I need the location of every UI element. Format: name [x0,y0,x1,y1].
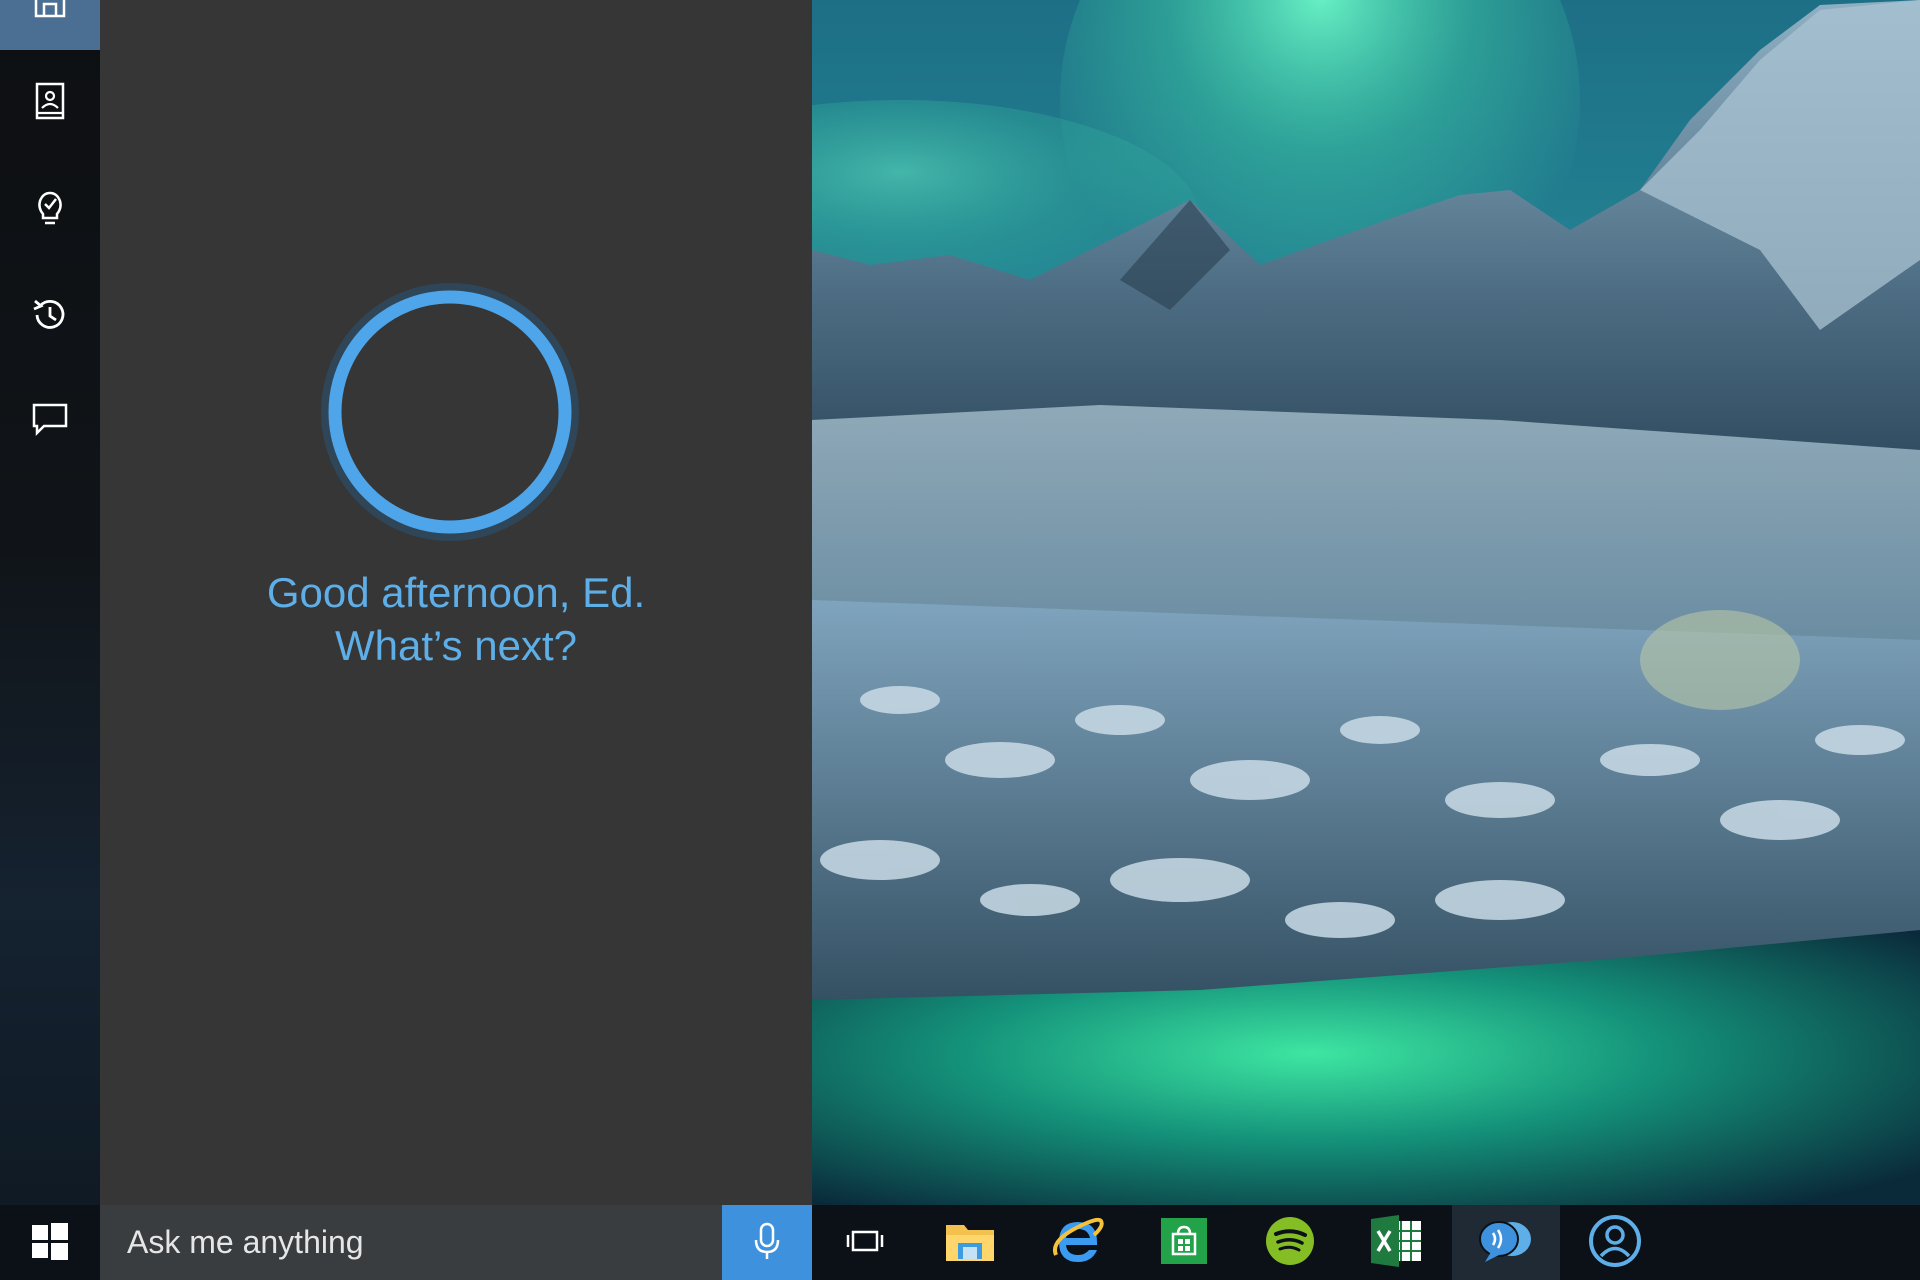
task-view-icon [845,1226,885,1260]
excel-button[interactable] [1346,1205,1446,1280]
microphone-button[interactable] [722,1205,812,1280]
people-icon [1588,1214,1642,1272]
home-icon [30,0,70,22]
notebook-icon [30,81,70,125]
file-explorer-button[interactable] [920,1205,1020,1280]
people-button[interactable] [1565,1205,1665,1280]
sidebar-item-home[interactable] [0,0,100,50]
folder-icon [944,1219,996,1267]
store-button[interactable] [1134,1205,1234,1280]
sidebar-item-history[interactable] [0,267,100,367]
cortana-panel: Good afternoon, Ed. What’s next? [100,0,812,1205]
microphone-icon [752,1221,782,1265]
spotify-icon [1264,1215,1316,1271]
speech-button[interactable] [1452,1205,1560,1280]
sidebar-item-notebook[interactable] [0,53,100,153]
history-icon [30,295,70,339]
internet-explorer-button[interactable] [1028,1205,1128,1280]
search-input[interactable]: Ask me anything [100,1205,722,1280]
greeting-line-2: What’s next? [334,622,577,669]
store-icon [1159,1216,1209,1270]
feedback-icon [30,398,70,442]
cortana-ring-icon [320,282,580,542]
lightbulb-icon [30,188,70,232]
start-button[interactable] [0,1205,100,1280]
task-view-button[interactable] [815,1205,915,1280]
speech-icon [1477,1216,1535,1270]
excel-icon [1369,1214,1423,1271]
internet-explorer-icon [1052,1215,1104,1271]
cortana-sidebar [0,0,100,1205]
sidebar-item-feedback[interactable] [0,370,100,470]
windows-logo-icon [31,1222,69,1264]
cortana-greeting: Good afternoon, Ed. What’s next? [100,566,812,672]
search-placeholder: Ask me anything [127,1224,364,1260]
spotify-button[interactable] [1240,1205,1340,1280]
sidebar-item-reminders[interactable] [0,160,100,260]
taskbar: Ask me anything [0,1205,1920,1280]
greeting-line-1: Good afternoon, Ed. [266,569,646,616]
